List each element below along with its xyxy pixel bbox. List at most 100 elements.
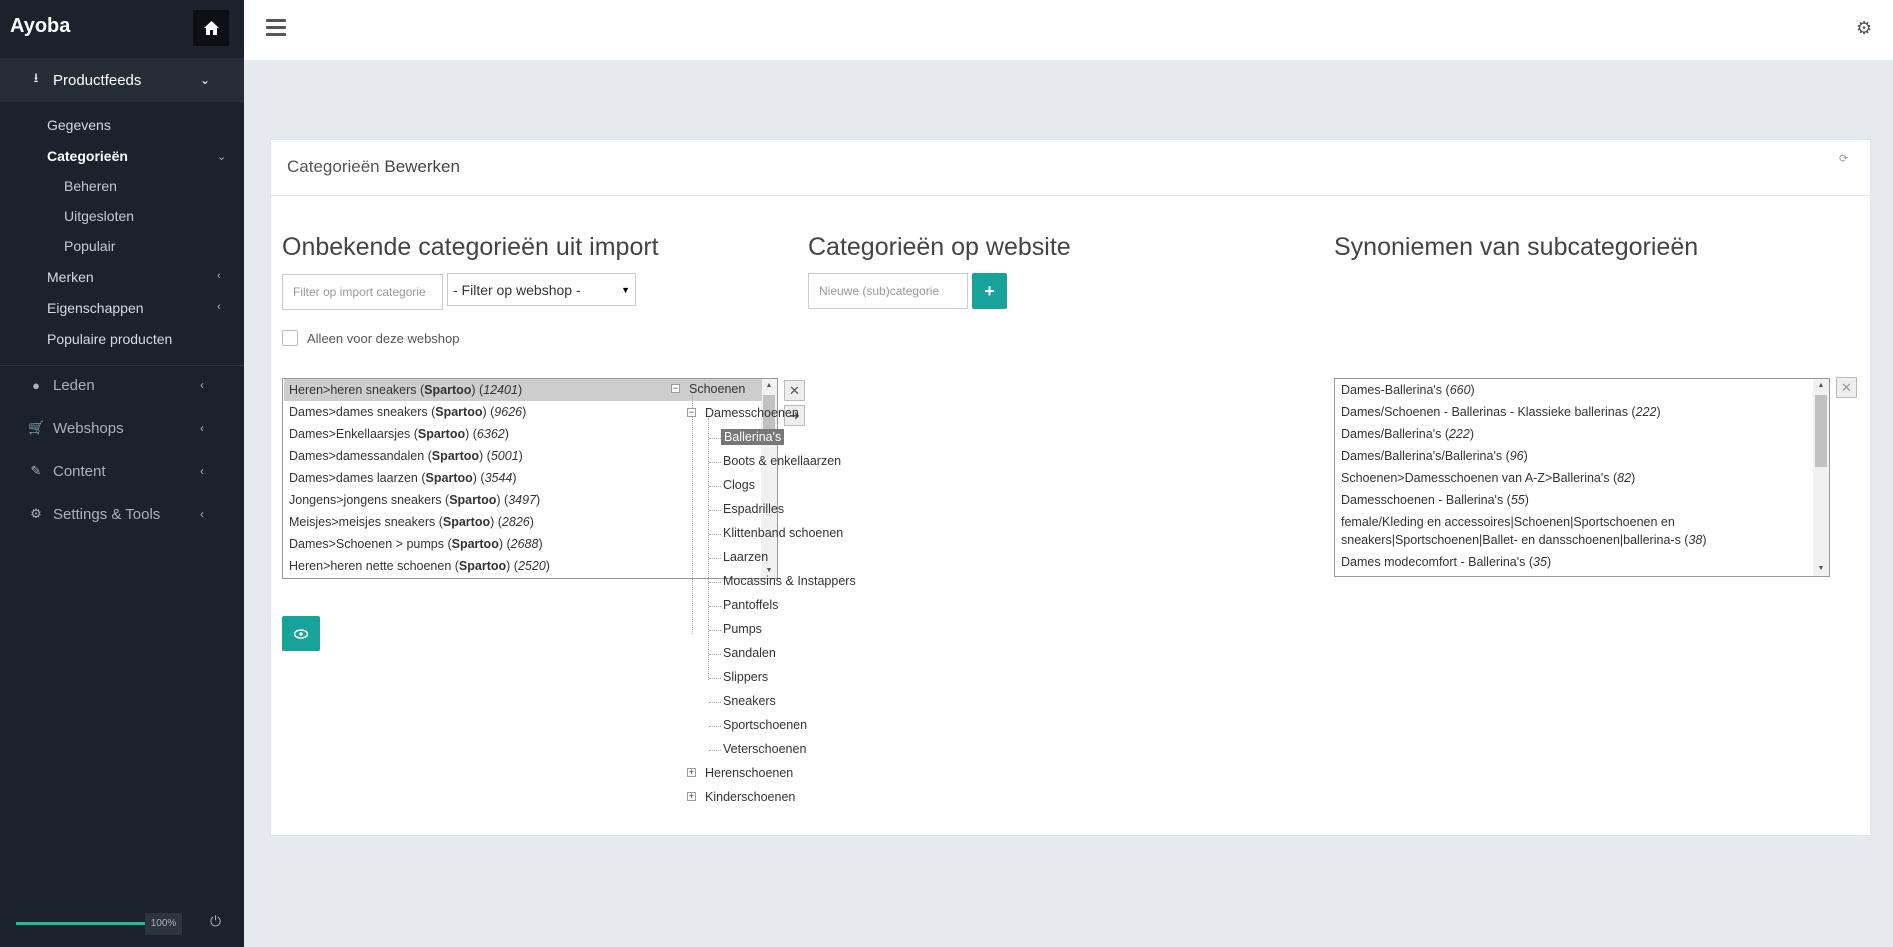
refresh-icon[interactable]: ⟳ bbox=[1839, 152, 1848, 165]
tree-connector bbox=[709, 750, 721, 751]
synonym-column-title: Synoniemen van subcategorieën bbox=[1334, 233, 1699, 261]
tree-node-leaf[interactable]: Sneakers bbox=[723, 694, 776, 708]
new-category-input[interactable]: Nieuwe (sub)categorie bbox=[808, 273, 968, 309]
sidebar-item-uitgesloten[interactable]: Uitgesloten bbox=[64, 208, 134, 224]
menu-toggle-icon[interactable] bbox=[266, 19, 286, 37]
sidebar-item-beheren[interactable]: Beheren bbox=[64, 178, 117, 194]
pencil-icon: ✎ bbox=[30, 463, 42, 478]
import-categories-list[interactable]: ▲ ▼ Heren>heren sneakers (Spartoo) (1240… bbox=[282, 378, 778, 579]
import-shop: Spartoo bbox=[417, 427, 466, 441]
tree-node-leaf[interactable]: Veterschoenen bbox=[723, 742, 806, 756]
synonyms-list[interactable]: ▲ ▼ Dames-Ballerina's (660) Dames/Schoene… bbox=[1334, 378, 1830, 577]
synonym-count: 35 bbox=[1533, 555, 1547, 569]
tree-expand-icon[interactable]: + bbox=[687, 792, 696, 801]
import-shop: Spartoo bbox=[451, 537, 499, 551]
synonym-item[interactable]: Damesschoenen - Ballerina's (55) bbox=[1336, 489, 1814, 511]
tree-collapse-icon[interactable]: − bbox=[687, 408, 696, 417]
sidebar-item-productfeeds[interactable]: ⭳ Productfeeds ⌄ bbox=[0, 62, 244, 98]
tree-connector bbox=[709, 534, 721, 535]
synonym-text: Damesschoenen - Ballerina's bbox=[1341, 493, 1504, 507]
synonym-item[interactable]: Schoenen>Damesschoenen van A-Z>Ballerina… bbox=[1336, 467, 1814, 489]
webshop-filter-select[interactable]: - Filter op webshop - ▼ bbox=[447, 273, 636, 306]
tree-node-leaf[interactable]: Sandalen bbox=[723, 646, 776, 660]
tree-node-leaf[interactable]: Espadrilles bbox=[723, 502, 784, 516]
synonym-item[interactable]: Dames/Schoenen - Ballerinas - Klassieke … bbox=[1336, 401, 1814, 423]
tree-node-schoenen[interactable]: Schoenen bbox=[689, 382, 745, 396]
gear-icon[interactable]: ⚙ bbox=[1856, 18, 1876, 38]
synonym-count: 222 bbox=[1448, 427, 1470, 441]
tree-connector bbox=[709, 726, 721, 727]
sidebar-item-gegevens[interactable]: Gegevens bbox=[47, 117, 111, 133]
tree-node-leaf[interactable]: Pumps bbox=[723, 622, 762, 636]
user-icon: ● bbox=[32, 377, 40, 393]
import-count: 2520 bbox=[517, 559, 546, 573]
tree-connector bbox=[692, 394, 693, 634]
preview-button[interactable] bbox=[282, 616, 320, 651]
import-count: 3544 bbox=[484, 471, 513, 485]
import-count: 12401 bbox=[483, 383, 518, 397]
sidebar-item-populair[interactable]: Populair bbox=[64, 238, 115, 254]
add-category-button[interactable]: + bbox=[972, 273, 1007, 309]
panel-title-main: Categorieën bbox=[287, 157, 380, 176]
scroll-up-icon[interactable]: ▲ bbox=[1813, 379, 1829, 393]
scroll-down-icon[interactable]: ▼ bbox=[1813, 562, 1829, 576]
plus-icon: + bbox=[984, 280, 995, 301]
scroll-thumb[interactable] bbox=[1815, 395, 1827, 467]
remove-synonym-button[interactable]: ✕ bbox=[1836, 377, 1857, 398]
eye-icon bbox=[294, 628, 308, 639]
tree-connector bbox=[709, 558, 721, 559]
power-icon[interactable]: ⏻ bbox=[210, 913, 226, 933]
synonym-item[interactable]: Dames/Ballerina's/Ballerina's (96) bbox=[1336, 445, 1814, 467]
list-item[interactable]: Jongens>jongens sneakers (Spartoo) (3497… bbox=[284, 489, 762, 511]
tree-node-leaf[interactable]: Slippers bbox=[723, 670, 768, 684]
tree-expand-icon[interactable]: + bbox=[687, 768, 696, 777]
synonym-item[interactable]: Dames modecomfort - Ballerina's (35) bbox=[1336, 551, 1814, 573]
sidebar-item-eigenschappen[interactable]: Eigenschappen bbox=[47, 300, 144, 316]
chevron-down-icon: ⌄ bbox=[200, 73, 211, 87]
list-item[interactable]: Meisjes>meisjes sneakers (Spartoo) (2826… bbox=[284, 511, 762, 533]
list-item[interactable]: Dames>damessandalen (Spartoo) (5001) bbox=[284, 445, 762, 467]
synonym-text: Dames-Ballerina's bbox=[1341, 383, 1443, 397]
tree-collapse-icon[interactable]: − bbox=[671, 384, 680, 393]
sidebar-item-leden[interactable]: ● Leden ‹ bbox=[0, 367, 244, 403]
tree-node-kinderschoenen[interactable]: Kinderschoenen bbox=[705, 790, 795, 804]
synonym-count: 82 bbox=[1617, 471, 1632, 485]
panel-title: Categorieën Bewerken bbox=[287, 157, 460, 177]
tree-node-leaf[interactable]: Sportschoenen bbox=[723, 718, 807, 732]
list-item[interactable]: Dames>dames laarzen (Spartoo) (3544) bbox=[284, 467, 762, 489]
scrollbar[interactable]: ▲ ▼ bbox=[1813, 379, 1829, 576]
scroll-up-icon[interactable]: ▲ bbox=[761, 379, 777, 393]
edit-categories-panel: Categorieën Bewerken ⟳ Onbekende categor… bbox=[270, 139, 1871, 836]
synonym-item[interactable]: Dames/Ballerina's (222) bbox=[1336, 423, 1814, 445]
brand-logo[interactable]: Ayoba bbox=[10, 15, 70, 38]
tree-node-leaf[interactable]: Mocassins & Instappers bbox=[723, 574, 856, 588]
sidebar-item-label: Leden bbox=[53, 376, 95, 394]
tree-node-damesschoenen[interactable]: Damesschoenen bbox=[705, 406, 799, 420]
remove-button[interactable]: ✕ bbox=[784, 380, 805, 401]
sidebar-item-merken[interactable]: Merken bbox=[47, 269, 94, 285]
list-item[interactable]: Dames>Schoenen > pumps (Spartoo) (2688) bbox=[284, 533, 762, 555]
tree-node-leaf[interactable]: Ballerina's bbox=[721, 429, 785, 445]
import-count: 3497 bbox=[508, 493, 537, 507]
import-filter-input[interactable]: Filter op import categorie bbox=[282, 274, 443, 310]
sidebar-item-content[interactable]: ✎ Content ‹ bbox=[0, 453, 244, 489]
list-item[interactable]: Heren>heren nette schoenen (Spartoo) (25… bbox=[284, 555, 762, 577]
tree-node-leaf[interactable]: Laarzen bbox=[723, 550, 768, 564]
download-icon: ⭳ bbox=[33, 70, 39, 85]
sidebar-item-webshops[interactable]: 🛒 Webshops ‹ bbox=[0, 410, 244, 446]
tree-node-leaf[interactable]: Clogs bbox=[723, 478, 755, 492]
tree-node-leaf[interactable]: Boots & enkellaarzen bbox=[723, 454, 841, 468]
tree-node-leaf[interactable]: Pantoffels bbox=[723, 598, 778, 612]
tree-node-herenschoenen[interactable]: Herenschoenen bbox=[705, 766, 793, 780]
sidebar-item-settings[interactable]: ⚙ Settings & Tools ‹ bbox=[0, 496, 244, 532]
home-button[interactable] bbox=[193, 10, 229, 46]
synonym-item[interactable]: sneakers|Sportschoenen|Ballet- en danssc… bbox=[1336, 529, 1814, 551]
sidebar-item-categorieen[interactable]: Categorieën bbox=[47, 148, 128, 164]
list-item[interactable]: Dames>Enkellaarsjes (Spartoo) (6362) bbox=[284, 423, 762, 445]
synonym-item[interactable]: Dames-Ballerina's (660) bbox=[1336, 379, 1814, 401]
sidebar-item-populaire-producten[interactable]: Populaire producten bbox=[47, 331, 172, 347]
tree-node-leaf[interactable]: Klittenband schoenen bbox=[723, 526, 843, 540]
import-shop: Spartoo bbox=[458, 559, 507, 573]
import-path: Dames>damessandalen bbox=[289, 449, 425, 463]
only-this-webshop-checkbox[interactable] bbox=[282, 330, 298, 346]
